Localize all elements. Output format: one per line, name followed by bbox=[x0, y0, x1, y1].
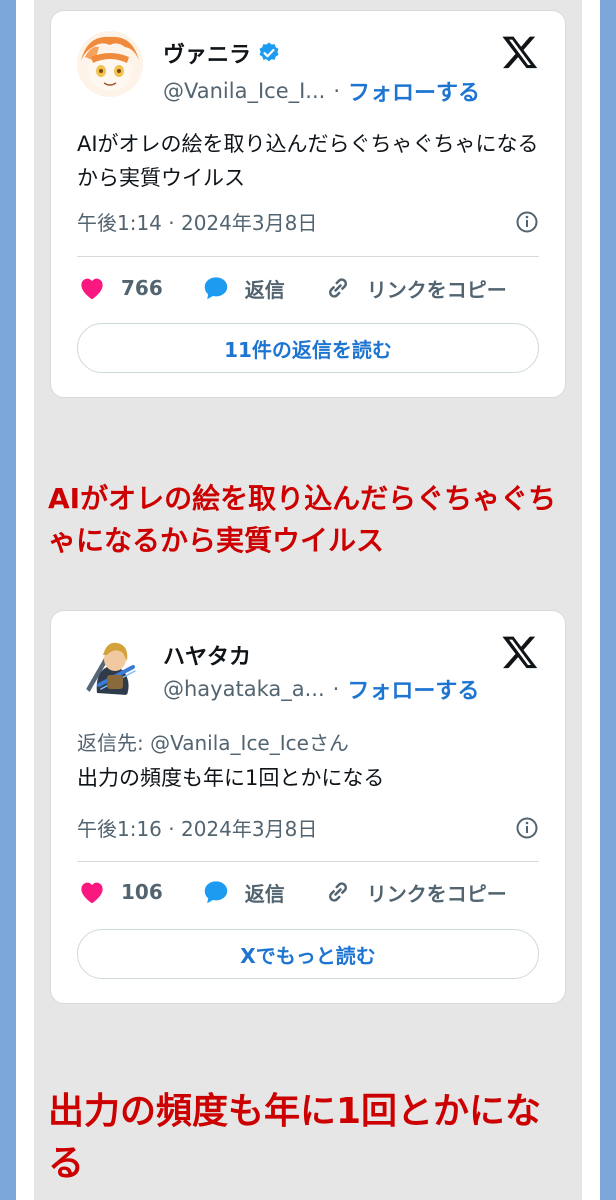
action-bar: 766 返信 リンクをコピー bbox=[77, 273, 539, 303]
left-frame-inner bbox=[16, 0, 34, 1200]
info-icon[interactable] bbox=[515, 816, 539, 840]
x-logo-icon[interactable] bbox=[501, 633, 539, 671]
divider bbox=[77, 861, 539, 862]
copy-link-button[interactable]: リンクをコピー bbox=[323, 877, 507, 907]
divider bbox=[77, 256, 539, 257]
handle-row: @hayataka_a... · フォローする bbox=[163, 673, 479, 705]
separator-dot: · bbox=[332, 677, 340, 701]
reply-to-label: 返信先: bbox=[77, 731, 151, 755]
tweet-embed-card[interactable]: ヴァニラ @Vanila_Ice_I... · フォローする AIがオレの絵を取… bbox=[50, 10, 566, 398]
follow-link[interactable]: フォローする bbox=[347, 673, 479, 705]
avatar[interactable] bbox=[77, 633, 143, 699]
display-name[interactable]: ヴァニラ bbox=[163, 37, 251, 69]
display-name[interactable]: ハヤタカ bbox=[163, 639, 251, 671]
left-frame-border bbox=[0, 0, 16, 1200]
like-count: 106 bbox=[121, 880, 163, 904]
heart-icon bbox=[81, 278, 103, 300]
like-count: 766 bbox=[121, 276, 163, 300]
speech-bubble-icon bbox=[204, 277, 227, 300]
copy-link-button[interactable]: リンクをコピー bbox=[323, 273, 507, 303]
verified-badge-icon bbox=[257, 41, 281, 65]
reply-label: 返信 bbox=[244, 277, 285, 302]
read-more-on-x-button[interactable]: Xでもっと読む bbox=[77, 929, 539, 979]
avatar[interactable] bbox=[77, 31, 143, 97]
tweet-embed-card[interactable]: ハヤタカ @hayataka_a... · フォローする 返信先: @Vanil… bbox=[50, 610, 566, 1004]
copy-link-label: リンクをコピー bbox=[366, 277, 507, 302]
tweet-text: AIがオレの絵を取り込んだらぐちゃぐちゃになるから実質ウイルス bbox=[77, 132, 539, 190]
caption-text: AIがオレの絵を取り込んだらぐちゃぐちゃになるから実質ウイルス bbox=[48, 482, 557, 557]
info-icon[interactable] bbox=[515, 210, 539, 234]
like-button[interactable]: 106 bbox=[77, 877, 163, 907]
follow-link[interactable]: フォローする bbox=[348, 75, 480, 107]
link-icon bbox=[328, 882, 347, 902]
read-replies-button[interactable]: 11件の返信を読む bbox=[77, 323, 539, 373]
reply-label: 返信 bbox=[244, 881, 285, 906]
reply-button[interactable]: 返信 bbox=[201, 273, 285, 303]
author-handle[interactable]: @Vanila_Ice_I... bbox=[163, 79, 325, 103]
action-bar: 106 返信 リンクをコピー bbox=[77, 877, 539, 907]
right-frame-inner bbox=[582, 0, 600, 1200]
tweet-meta: 午後1:14 · 2024年3月8日 bbox=[77, 207, 539, 236]
like-button[interactable]: 766 bbox=[77, 273, 163, 303]
tweet-timestamp[interactable]: 午後1:14 · 2024年3月8日 bbox=[77, 207, 317, 236]
author-name-row: ハヤタカ bbox=[163, 639, 251, 671]
x-logo-icon[interactable] bbox=[501, 33, 539, 71]
tweet-text: 出力の頻度も年に1回とかになる bbox=[77, 766, 385, 790]
reply-to-line: 返信先: @Vanila_Ice_Iceさん bbox=[77, 727, 349, 756]
author-name-row: ヴァニラ bbox=[163, 37, 281, 69]
copy-link-label: リンクをコピー bbox=[366, 881, 507, 906]
reply-to-handle[interactable]: @Vanila_Ice_Iceさん bbox=[150, 731, 349, 755]
tweet-meta: 午後1:16 · 2024年3月8日 bbox=[77, 813, 539, 842]
handle-row: @Vanila_Ice_I... · フォローする bbox=[163, 75, 480, 107]
heart-icon bbox=[81, 882, 103, 904]
link-icon bbox=[328, 278, 347, 298]
reply-button[interactable]: 返信 bbox=[201, 877, 285, 907]
tweet-timestamp[interactable]: 午後1:16 · 2024年3月8日 bbox=[77, 813, 317, 842]
speech-bubble-icon bbox=[204, 881, 227, 904]
caption-text: 出力の頻度も年に1回とかになる bbox=[48, 1091, 542, 1184]
page-content: ヴァニラ @Vanila_Ice_I... · フォローする AIがオレの絵を取… bbox=[34, 0, 582, 1200]
separator-dot: · bbox=[333, 79, 341, 103]
author-handle[interactable]: @hayataka_a... bbox=[163, 677, 325, 701]
